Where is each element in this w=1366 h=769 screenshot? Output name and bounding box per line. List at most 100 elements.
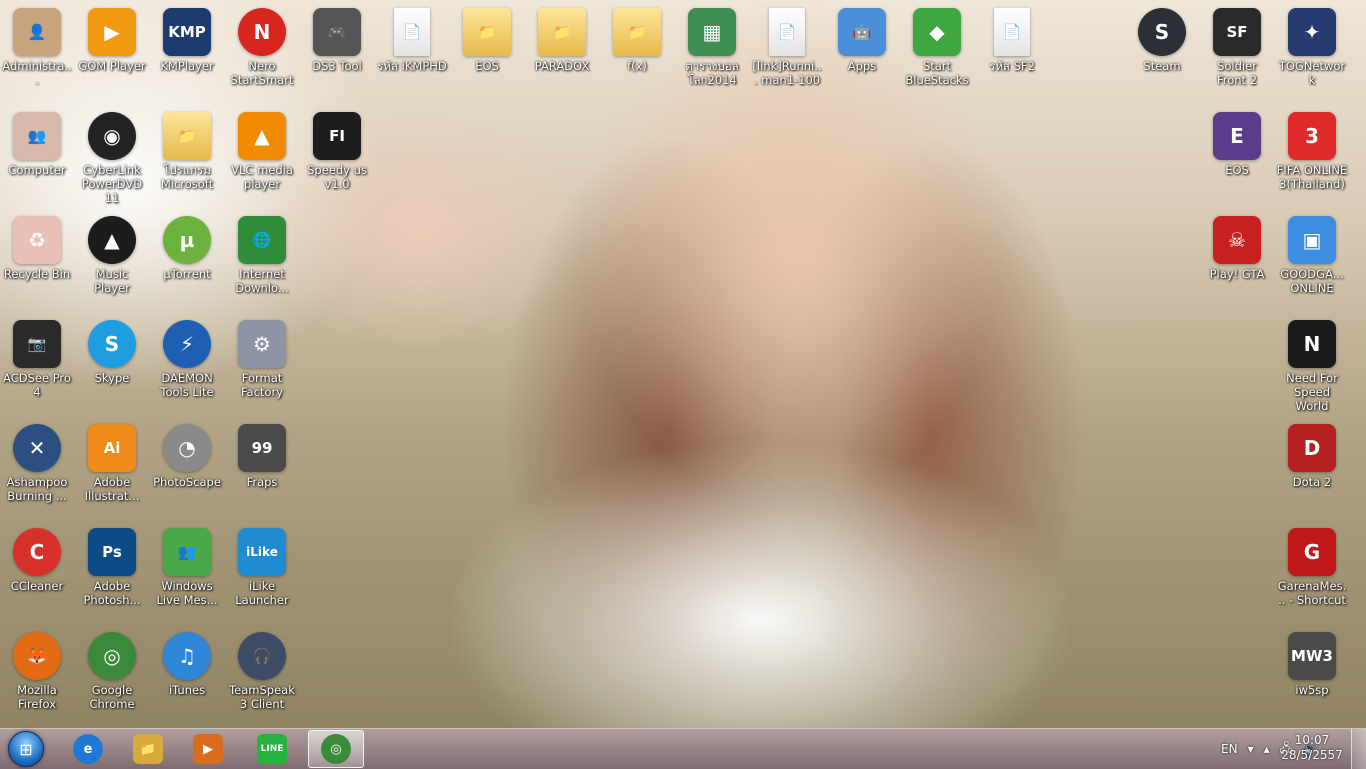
desktop-icon-kmp[interactable]: KMP KMPlayer (150, 2, 224, 100)
photoscape-icon: ◔ (163, 424, 211, 472)
taskbar-internet-explorer-button[interactable]: e (60, 730, 116, 768)
taskbar-windows-explorer-button[interactable]: 📁 (120, 730, 176, 768)
chrome-icon: ◎ (321, 734, 351, 764)
desktop-icon-ball[interactable]: ▦ ตารางบอลโลก2014 (675, 2, 749, 100)
ashampoo-icon: ✕ (13, 424, 61, 472)
desktop-icon-illustrator[interactable]: Ai Adobe Illustrat... (75, 418, 149, 516)
taskbar-chrome-button[interactable]: ◎ (308, 730, 364, 768)
kmplayer-icon: KMP (163, 8, 211, 56)
desktop-icon-fifa[interactable]: 3 FIFA ONLINE 3(Thailand) (1275, 106, 1349, 204)
desktop-icon-chrome[interactable]: ◎ Google Chrome (75, 626, 149, 724)
desktop-icon-recycle[interactable]: ♻ Recycle Bin (0, 210, 74, 308)
desktop[interactable]: 👤 Administra... ▶ GOM Player KMP KMPlayer N Ner… (0, 0, 1366, 728)
desktop-icon-idm[interactable]: 🌐 Internet Downlo... (225, 210, 299, 308)
document-icon: 📄 (994, 8, 1030, 56)
desktop-icon-photoshop[interactable]: Ps Adobe Photosh... (75, 522, 149, 620)
desktop-icon-powerdvd[interactable]: ◉ CyberLink PowerDVD 11 (75, 106, 149, 205)
desktop-icon-wlm[interactable]: 👥 Windows Live Mes... (150, 522, 224, 620)
desktop-icon-fraps[interactable]: 99 Fraps (225, 418, 299, 516)
taskbar-media-player-button[interactable]: ▶ (180, 730, 236, 768)
desktop-icon-label: µTorrent (163, 267, 211, 281)
desktop-icon-msfolder[interactable]: 📁 โปรแกรม Microsoft (150, 106, 224, 204)
desktop-icon-label: GOODGA... ONLINE (1280, 267, 1344, 295)
desktop-icon-admin[interactable]: 👤 Administra... (0, 2, 74, 100)
desktop-icon-label: Adobe Photosh... (83, 579, 141, 607)
desktop-icon-ilike[interactable]: iLike iLike Launcher (225, 522, 299, 620)
desktop-icon-label: DAEMON Tools Lite (160, 371, 214, 399)
desktop-icon-apps[interactable]: 🤖 Apps (825, 2, 899, 100)
desktop-icon-sf2txt[interactable]: 📄 รหัส SF2 (975, 2, 1049, 100)
desktop-icon-goodgame[interactable]: ▣ GOODGA... ONLINE (1275, 210, 1349, 308)
desktop-icon-utorrent[interactable]: µ µTorrent (150, 210, 224, 308)
clock[interactable]: 10:07 28/5/2557 (1280, 733, 1344, 763)
show-hidden-icons-icon[interactable]: ▴ (1264, 742, 1270, 756)
desktop-icon-acdsee[interactable]: 📷 ACDSee Pro 4 (0, 314, 74, 412)
desktop-icon-label: [link]Runni... man1-100 (752, 59, 822, 87)
document-icon: 📄 (769, 8, 805, 56)
desktop-icon-daemon[interactable]: ⚡ DAEMON Tools Lite (150, 314, 224, 412)
desktop-icon-label: Speedy us v1.0 (307, 163, 367, 191)
desktop-icon-firefox[interactable]: 🦊 Mozilla Firefox (0, 626, 74, 724)
vlc-icon: ▲ (238, 112, 286, 160)
desktop-icon-label: GOM Player (78, 59, 146, 73)
android-apps-icon: 🤖 (838, 8, 886, 56)
language-options-icon[interactable]: ▾ (1248, 742, 1254, 756)
desktop-icon-tog[interactable]: ✦ TOGNetwork (1275, 2, 1349, 100)
call-of-duty-icon: MW3 (1288, 632, 1336, 680)
desktop-icon-fx[interactable]: 📁 f(x) (600, 2, 674, 100)
desktop-icon-label: Ashampoo Burning ... (6, 475, 68, 503)
folder-icon: 📁 (538, 8, 586, 56)
desktop-icon-eos[interactable]: 📁 EOS (450, 2, 524, 100)
desktop-icon-music[interactable]: ▲ Music Player (75, 210, 149, 308)
powerdvd-icon: ◉ (88, 112, 136, 160)
desktop-icon-paradox[interactable]: 📁 PARADOX (525, 2, 599, 100)
desktop-icon-format[interactable]: ⚙ Format Factory (225, 314, 299, 412)
dota2-icon: D (1288, 424, 1336, 472)
desktop-icon-label: iTunes (168, 683, 206, 697)
speedy-icon: FI (313, 112, 361, 160)
desktop-icon-garena[interactable]: G GarenaMes... - Shortcut (1275, 522, 1349, 620)
desktop-icon-vlc[interactable]: ▲ VLC media player (225, 106, 299, 204)
language-indicator[interactable]: EN (1221, 742, 1238, 756)
desktop-icon-label: FIFA ONLINE 3(Thailand) (1276, 163, 1348, 191)
desktop-icon-computer[interactable]: 👥 Computer (0, 106, 74, 204)
gom-player-icon: ▶ (88, 8, 136, 56)
desktop-icon-steam[interactable]: S Steam (1125, 2, 1199, 100)
desktop-icon-itunes[interactable]: ♫ iTunes (150, 626, 224, 724)
skype-icon: S (88, 320, 136, 368)
desktop-icon-nero[interactable]: N Nero StartSmart (225, 2, 299, 100)
desktop-icon-kmphd[interactable]: 📄 รหัส iKMPHD (375, 2, 449, 100)
desktop-icon-link[interactable]: 📄 [link]Runni... man1-100 (750, 2, 824, 100)
desktop-icon-iw5sp[interactable]: MW3 iw5sp (1275, 626, 1349, 724)
desktop-icon-sf2[interactable]: SF Soldier Front 2 (1200, 2, 1274, 100)
desktop-icon-nfs[interactable]: N Need For Speed World (1275, 314, 1349, 413)
steam-icon: S (1138, 8, 1186, 56)
desktop-icon-eos2[interactable]: E EOS (1200, 106, 1274, 204)
show-desktop-button[interactable] (1351, 729, 1366, 769)
desktop-icon-gta[interactable]: ☠ Play! GTA (1200, 210, 1274, 308)
computer-icon: 👥 (13, 112, 61, 160)
desktop-icon-speedy[interactable]: FI Speedy us v1.0 (300, 106, 374, 204)
spreadsheet-icon: ▦ (688, 8, 736, 56)
desktop-icon-ashampoo[interactable]: ✕ Ashampoo Burning ... (0, 418, 74, 516)
desktop-icon-ccleaner[interactable]: C CCleaner (0, 522, 74, 620)
ilike-icon: iLike (238, 528, 286, 576)
desktop-icon-label: Apps (847, 59, 877, 73)
soldier-front-icon: SF (1213, 8, 1261, 56)
desktop-icon-label: Administra... (2, 59, 72, 87)
desktop-icon-label: VLC media player (231, 163, 293, 191)
desktop-icon-teamspeak[interactable]: 🎧 TeamSpeak 3 Client (225, 626, 299, 724)
desktop-icon-dota[interactable]: D Dota 2 (1275, 418, 1349, 516)
desktop-icon-ds3[interactable]: 🎮 DS3 Tool (300, 2, 374, 100)
desktop-icon-label: PARADOX (534, 59, 590, 73)
desktop-icon-label: รหัส iKMPHD (377, 59, 447, 73)
taskbar-line-button[interactable]: LINE (244, 730, 300, 768)
desktop-icon-label: Google Chrome (89, 683, 135, 711)
desktop-icon-photoscape[interactable]: ◔ PhotoScape (150, 418, 224, 516)
start-button[interactable]: ⊞ (3, 730, 49, 768)
clock-date: 28/5/2557 (1281, 748, 1343, 762)
desktop-icon-gom[interactable]: ▶ GOM Player (75, 2, 149, 100)
teamspeak-icon: 🎧 (238, 632, 286, 680)
desktop-icon-bluestacks[interactable]: ◆ Start BlueStacks (900, 2, 974, 100)
desktop-icon-skype[interactable]: S Skype (75, 314, 149, 412)
